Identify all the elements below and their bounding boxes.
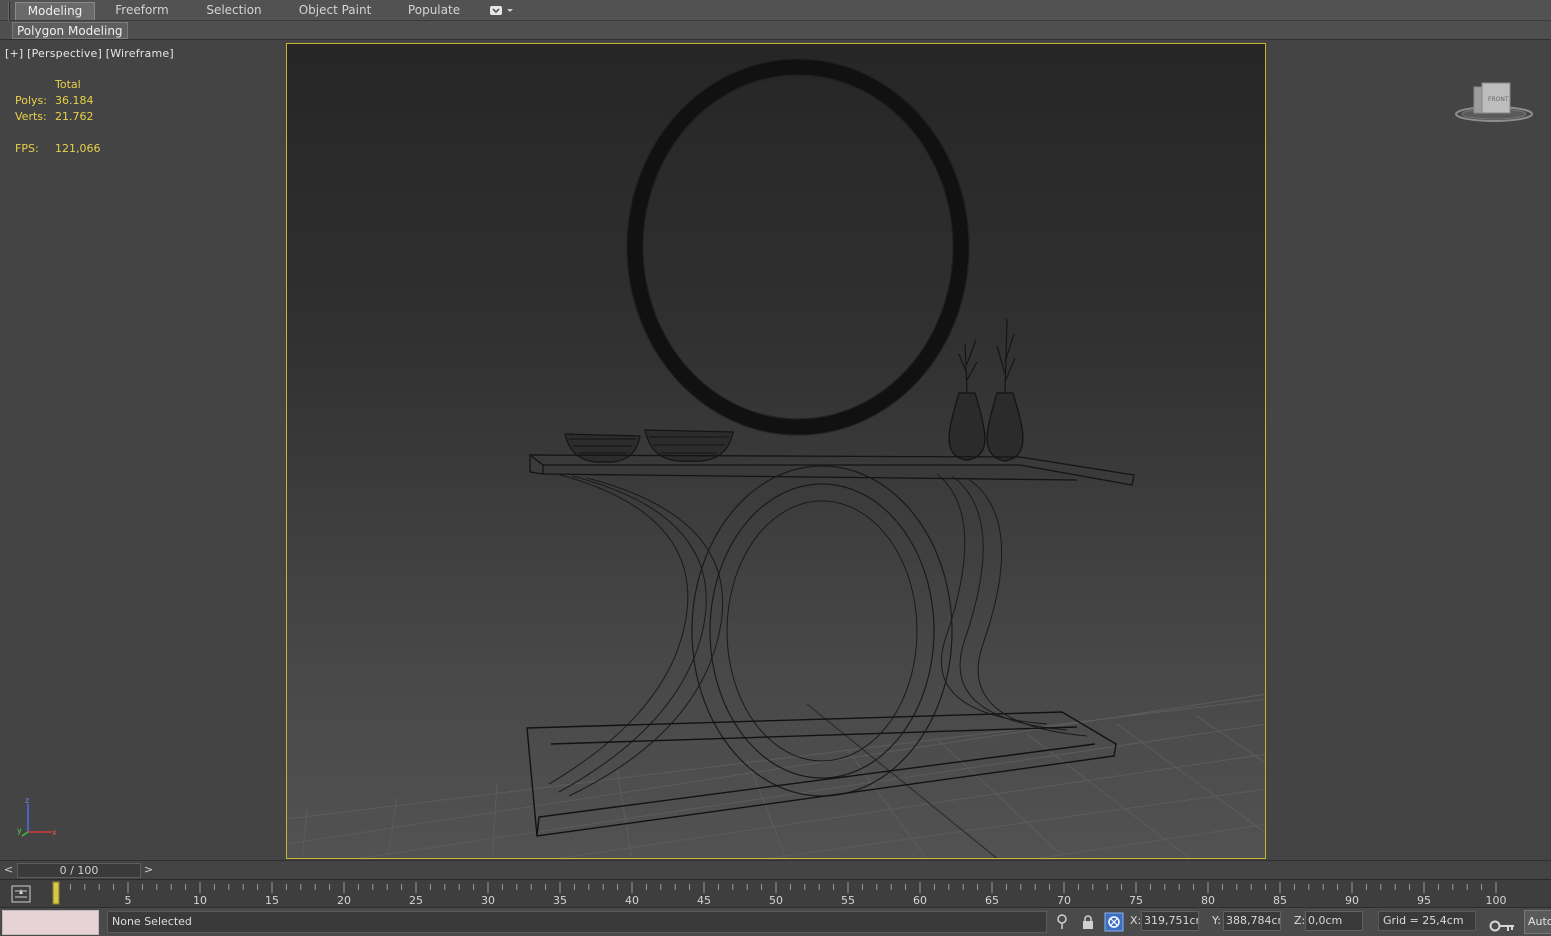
ground-axis-line <box>806 703 998 858</box>
stats-polys-value: 36.184 <box>55 94 94 107</box>
track-bar-tick-label: 20 <box>337 894 351 907</box>
track-bar-tick-label: 80 <box>1201 894 1215 907</box>
wireframe-scene[interactable] <box>287 44 1266 859</box>
maxscript-listener-field[interactable] <box>2 910 99 935</box>
time-slider-row: < 0 / 100 > <box>0 860 1551 879</box>
isolate-selection-icon[interactable] <box>1052 912 1072 932</box>
selection-status-text: None Selected <box>107 911 1047 933</box>
ground-grid <box>287 693 1265 858</box>
track-bar-tick-label: 95 <box>1417 894 1431 907</box>
track-bar-tick-label: 55 <box>841 894 855 907</box>
axis-y-label: y <box>17 826 22 835</box>
tab-populate[interactable]: Populate <box>400 2 468 20</box>
track-bar-ticks <box>55 882 1497 893</box>
current-frame-marker <box>52 881 60 905</box>
track-bar-tick-label: 45 <box>697 894 711 907</box>
viewport-label-menu[interactable]: [+] [Perspective] [Wireframe] <box>5 47 174 60</box>
perspective-viewport[interactable]: [+] [Perspective] [Wireframe] Total Poly… <box>0 41 1551 860</box>
viewcube-face-label: FRONT <box>1488 96 1509 103</box>
track-bar-tick-label: 15 <box>265 894 279 907</box>
track-bar-tick-label: 50 <box>769 894 783 907</box>
grid-spacing-display: Grid = 25,4cm <box>1378 911 1476 931</box>
tab-modeling[interactable]: Modeling <box>15 2 95 20</box>
vase-left <box>948 339 986 461</box>
x-coordinate-label: X: <box>1130 914 1142 927</box>
y-coordinate-field[interactable]: 388,784cm <box>1223 911 1281 931</box>
viewport-general-menu[interactable]: [+] <box>5 47 23 60</box>
safe-frame <box>286 43 1266 859</box>
axis-tripod-icon: z x y <box>17 796 57 837</box>
track-bar-tick-label: 40 <box>625 894 639 907</box>
track-bar-tick-label: 30 <box>481 894 495 907</box>
stats-total-label: Total <box>55 78 81 91</box>
track-bar-tick-label: 90 <box>1345 894 1359 907</box>
round-mirror <box>626 58 970 436</box>
track-bar-tick-label: 70 <box>1057 894 1071 907</box>
track-bar-tick-label: 25 <box>409 894 423 907</box>
tab-selection[interactable]: Selection <box>195 2 273 20</box>
axis-x-label: x <box>52 828 57 837</box>
absolute-mode-transform-icon[interactable] <box>1104 912 1124 932</box>
x-coordinate-field[interactable]: 319,751cm <box>1141 911 1199 931</box>
stats-fps-label: FPS: <box>15 142 39 155</box>
y-coordinate-label: Y: <box>1212 914 1221 927</box>
stats-verts-label: Verts: <box>15 110 47 123</box>
track-bar-tick-label: 85 <box>1273 894 1287 907</box>
set-key-icon[interactable] <box>1488 918 1516 934</box>
ribbon-panel-bar: Polygon Modeling <box>0 21 1551 40</box>
auto-key-button[interactable]: Auto <box>1524 910 1551 934</box>
ribbon-tab-bar: Modeling Freeform Selection Object Paint… <box>0 0 1551 38</box>
track-bar-row: 0510152025303540455055606570758085909510… <box>0 879 1551 908</box>
track-bar-tick-label: 60 <box>913 894 927 907</box>
console-table-legs <box>548 465 1088 797</box>
axis-z-label: z <box>25 796 29 805</box>
polygon-modeling-panel-button[interactable]: Polygon Modeling <box>12 22 128 39</box>
track-bar-tick-label: 10 <box>193 894 207 907</box>
ribbon-minimize-toggle-icon[interactable] <box>489 5 515 16</box>
track-bar-tick-label: 100 <box>1486 894 1507 907</box>
tab-freeform[interactable]: Freeform <box>105 2 179 20</box>
stats-verts-value: 21.762 <box>55 110 94 123</box>
stats-polys-label: Polys: <box>15 94 47 107</box>
status-bar: None Selected X: 319,751cm Y: 388,784cm … <box>0 907 1551 936</box>
viewport-shading-menu[interactable]: [Wireframe] <box>106 47 174 60</box>
time-slider-previous-button[interactable]: < <box>1 863 16 878</box>
open-mini-curve-editor-icon[interactable] <box>10 884 32 904</box>
track-bar-tick-label: 5 <box>125 894 132 907</box>
tab-object-paint[interactable]: Object Paint <box>292 2 378 20</box>
viewcube-icon[interactable]: FRONT <box>1452 78 1534 126</box>
bowl-left <box>564 433 641 463</box>
track-bar-tick-label: 75 <box>1129 894 1143 907</box>
z-coordinate-label: Z: <box>1294 914 1306 927</box>
z-coordinate-field[interactable]: 0,0cm <box>1305 911 1363 931</box>
time-slider[interactable]: 0 / 100 <box>17 863 141 878</box>
vase-right <box>986 318 1024 462</box>
track-bar-tick-label: 35 <box>553 894 567 907</box>
viewport-point-of-view-menu[interactable]: [Perspective] <box>27 47 102 60</box>
bowl-right <box>644 429 734 462</box>
selection-lock-icon[interactable] <box>1078 912 1098 932</box>
track-bar-tick-label: 65 <box>985 894 999 907</box>
time-slider-next-button[interactable]: > <box>141 863 156 878</box>
track-bar[interactable]: 0510152025303540455055606570758085909510… <box>52 880 1508 908</box>
stats-fps-value: 121,066 <box>55 142 101 155</box>
